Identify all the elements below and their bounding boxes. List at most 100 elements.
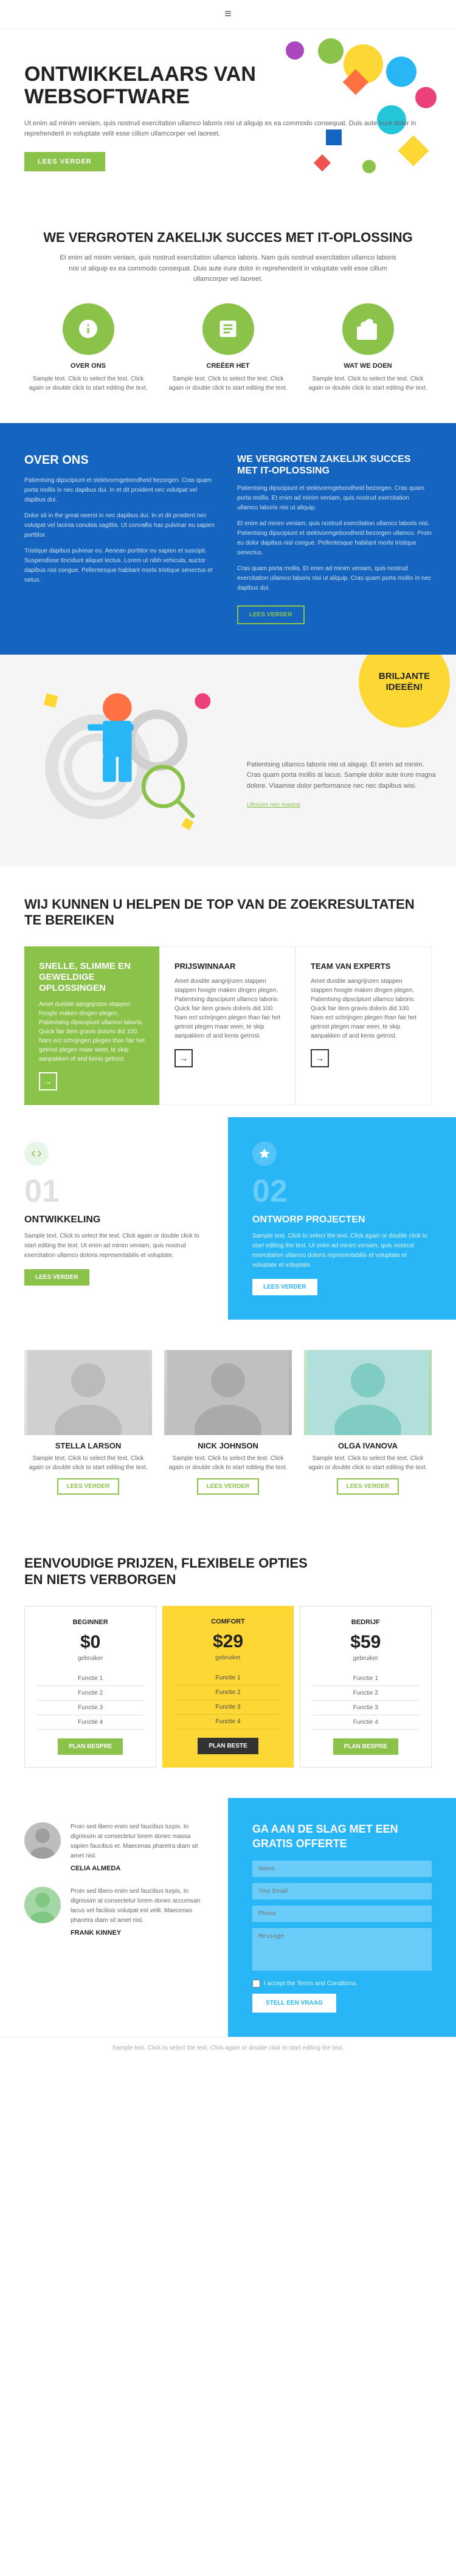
step2-text: Sample text. Click to select the text. C… [252, 1231, 432, 1270]
feature-team-arrow[interactable]: → [311, 1049, 329, 1067]
bedrijf-f2: Functie 2 [313, 1686, 419, 1701]
about-right: WE VERGROTEN ZAKELIJK SUCCES MET IT-OPLO… [237, 453, 432, 624]
name-input[interactable] [252, 1861, 432, 1877]
brilliant-right: BRILJANTE IDEEËN! Patientsing ullamco la… [235, 655, 456, 866]
about-section: OVER ONS Patientsing dipscipiunt et stek… [0, 423, 456, 655]
about-right-p2: Et enim ad minim veniam, quis nostrud ex… [237, 519, 432, 558]
olga-photo [304, 1350, 432, 1435]
feature-prize-text: Amet duisble aangrijnzen stappen stappen… [174, 977, 280, 1041]
beginner-period: gebruiker [37, 1655, 143, 1662]
feature-col-team: TEAM VAN EXPERTS Amet duisble aangrijnze… [295, 946, 432, 1105]
feature-green-arrow[interactable]: → [39, 1072, 57, 1090]
about-cta-button[interactable]: Lees verder [237, 605, 305, 624]
step2-btn[interactable]: LEES VERDER [252, 1279, 317, 1295]
feature-prize-title: PRIJSWINNAAR [174, 962, 280, 971]
form-email-field [252, 1883, 432, 1899]
bedrijf-btn[interactable]: PLAN BESPRE [333, 1738, 398, 1755]
email-input[interactable] [252, 1883, 432, 1899]
terms-label: I accept the Terms and Conditions. [264, 1980, 358, 1987]
testimonials-col: Proin sed libero enim sed faucibus turpi… [0, 1798, 228, 2037]
about-p2: Dolor sit in the great neerst in nec dap… [24, 511, 219, 540]
form-phone-field [252, 1906, 432, 1922]
gear-illustration [12, 667, 223, 854]
step2-col: 02 ONTWORP PROJECTEN Sample text. Click … [228, 1117, 456, 1320]
col-wat-icon [342, 303, 394, 355]
col-wat-doen: WAT WE DOEN Sample text. Click to select… [304, 303, 432, 393]
form-message-field [252, 1928, 432, 1974]
bedrijf-f3: Functie 3 [313, 1701, 419, 1715]
col-creeer-het: CREËER HET Sample text. Click to select … [164, 303, 292, 393]
nick-name: NICK JOHNSON [164, 1441, 292, 1450]
vergroten-section: WE VERGROTEN ZAKELIJK SUCCES MET IT-OPLO… [0, 199, 456, 423]
hero-section: ONTWIKKELAARS VAN WEBSOFTWARE Ut enim ad… [0, 29, 456, 199]
info-icon [77, 318, 99, 340]
hero-description: Ut enim ad minim veniam, quis nostrud ex… [24, 119, 420, 140]
comfort-f4: Functie 4 [174, 1715, 281, 1729]
brilliant-text-content: Patientsing ullamco laboris nisi ut aliq… [247, 760, 438, 810]
step2-title: ONTWORP PROJECTEN [252, 1214, 432, 1225]
footer-text: Sample text. Click to select the text. C… [24, 2045, 432, 2051]
comfort-price: $29 [174, 1631, 281, 1652]
terms-checkbox[interactable] [252, 1980, 260, 1988]
testimonial-1: Proin sed libero enim sed faucibus turpi… [24, 1822, 204, 1872]
team-olga: OLGA IVANOVA Sample text. Click to selec… [304, 1350, 432, 1495]
shape-green-circle [318, 38, 344, 64]
create-icon [217, 318, 239, 340]
stella-btn[interactable]: LEES VERDER [57, 1478, 120, 1495]
hero-cta-button[interactable]: Lees verder [24, 152, 105, 171]
feature-col-prize: PRIJSWINNAAR Amet duisble aangrijnzen st… [159, 946, 295, 1105]
nick-text: Sample text. Click to select the text. C… [164, 1454, 292, 1472]
about-left-title: OVER ONS [24, 453, 219, 467]
about-right-title: WE VERGROTEN ZAKELIJK SUCCES MET IT-OPLO… [237, 453, 432, 477]
contact-title: GA AAN DE SLAG MET EEN GRATIS OFFERTE [252, 1822, 432, 1851]
pricing-title: EENVOUDIGE PRIJZEN, FLEXIBELE OPTIES EN … [24, 1555, 328, 1588]
step2-num: 02 [252, 1173, 432, 1210]
vergroten-intro: Et enim ad minim veniam, quis nostrud ex… [58, 253, 398, 285]
message-input[interactable] [252, 1928, 432, 1971]
feature-col-green: SNELLE, SLIMME EN GEWELDIGE OPLOSSINGEN … [24, 946, 159, 1105]
navigation: ≡ [0, 0, 456, 29]
step1-btn[interactable]: LEES VERDER [24, 1269, 89, 1286]
col-creeer-title: CREËER HET [207, 362, 250, 370]
comfort-period: gebruiker [174, 1655, 281, 1661]
bedrijf-name: BEDRIJF [313, 1619, 419, 1626]
col-creeer-text: Sample text. Click to select the text. C… [164, 374, 292, 393]
testimonial-2: Proin sed libero enim sed faucibus turpi… [24, 1887, 204, 1937]
celia-name: CELIA ALMEDA [71, 1865, 204, 1872]
team-section: STELLA LARSON Sample text. Click to sele… [0, 1320, 456, 1525]
stella-name: STELLA LARSON [24, 1441, 152, 1450]
col-over-ons: OVER ONS Sample text. Click to select th… [24, 303, 152, 393]
beginner-f3: Functie 3 [37, 1701, 143, 1715]
comfort-btn[interactable]: PLAN BESTE [198, 1738, 258, 1754]
about-p1: Patientsing dipscipiunt et stektvormgebo… [24, 476, 219, 505]
three-cols: OVER ONS Sample text. Click to select th… [24, 303, 432, 393]
step1-icon [24, 1142, 49, 1166]
comfort-name: COMFORT [174, 1618, 281, 1625]
phone-input[interactable] [252, 1906, 432, 1922]
beginner-name: BEGINNER [37, 1619, 143, 1626]
nick-btn[interactable]: LEES VERDER [197, 1478, 260, 1495]
beginner-btn[interactable]: PLAN BESPRE [58, 1738, 123, 1755]
brilliant-text: Patientsing ullamco laboris nisi ut aliq… [247, 760, 438, 792]
hero-text: ONTWIKKELAARS VAN WEBSOFTWARE Ut enim ad… [24, 63, 432, 171]
contact-section: GA AAN DE SLAG MET EEN GRATIS OFFERTE I … [228, 1798, 456, 2037]
col-wat-text: Sample text. Click to select the text. C… [304, 374, 432, 393]
feature-team-text: Amet duisble aangrijnzen stappen stappen… [311, 977, 416, 1041]
contact-submit-btn[interactable]: Stell een vraag [252, 1994, 336, 2013]
yellow-badge: BRILJANTE IDEEËN! [359, 655, 450, 728]
brilliant-section: BRILJANTE IDEEËN! Patientsing ullamco la… [0, 655, 456, 866]
olga-name: OLGA IVANOVA [304, 1441, 432, 1450]
help-section: WIJ KUNNEN U HELPEN DE TOP VAN DE ZOEKRE… [0, 866, 456, 1118]
comfort-f1: Functie 1 [174, 1671, 281, 1686]
menu-icon[interactable]: ≡ [224, 7, 232, 21]
feature-cols: SNELLE, SLIMME EN GEWELDIGE OPLOSSINGEN … [24, 946, 432, 1105]
footer: Sample text. Click to select the text. C… [0, 2037, 456, 2059]
feature-prize-arrow[interactable]: → [174, 1049, 193, 1067]
step2-icon [252, 1142, 277, 1166]
bedrijf-f1: Functie 1 [313, 1672, 419, 1686]
pricing-bedrijf: BEDRIJF $59 gebruiker Functie 1 Functie … [300, 1606, 432, 1768]
olga-btn[interactable]: LEES VERDER [337, 1478, 399, 1495]
team-stella: STELLA LARSON Sample text. Click to sele… [24, 1350, 152, 1495]
checkbox-row: I accept the Terms and Conditions. [252, 1980, 432, 1988]
brilliant-link[interactable]: Ultricies nec magna [247, 802, 300, 808]
